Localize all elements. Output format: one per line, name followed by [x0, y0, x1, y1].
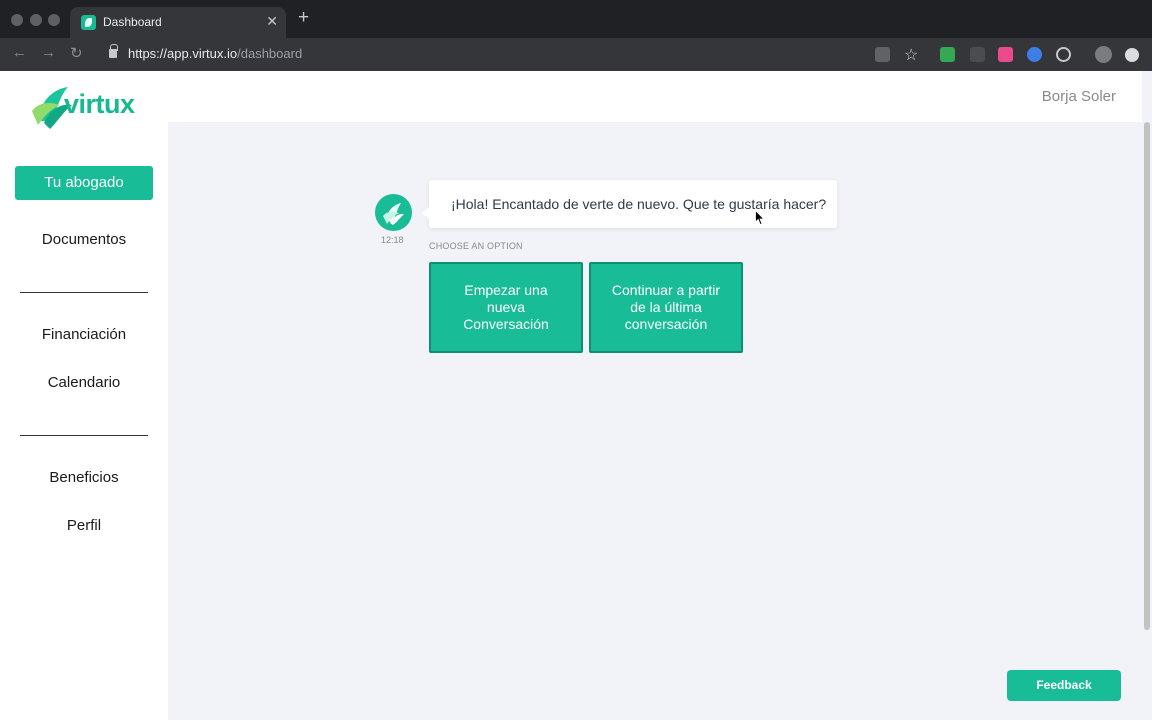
window-zoom-dot[interactable]: [48, 14, 60, 26]
sidebar-item-calendario[interactable]: Calendario: [0, 374, 168, 391]
window-minimize-dot[interactable]: [30, 14, 42, 26]
virtux-wordmark: virtux: [64, 89, 135, 119]
user-name[interactable]: Borja Soler: [1042, 88, 1116, 105]
profile-avatar-icon[interactable]: [1095, 46, 1112, 63]
top-header: Borja Soler: [168, 71, 1142, 122]
react-extension-icon[interactable]: [1027, 47, 1042, 62]
reload-icon[interactable]: ↻: [70, 44, 83, 62]
sidebar-item-beneficios[interactable]: Beneficios: [0, 469, 168, 486]
bot-avatar: [375, 194, 412, 231]
message-time: 12:18: [381, 235, 404, 245]
target-extension-icon[interactable]: [1056, 47, 1071, 62]
sidebar-divider: [20, 292, 148, 293]
sidebar-divider: [20, 435, 148, 436]
translate-icon[interactable]: [875, 47, 890, 62]
window-close-dot[interactable]: [11, 14, 23, 26]
feedback-button[interactable]: Feedback: [1007, 670, 1121, 701]
star-icon[interactable]: ☆: [904, 45, 919, 64]
browser-tab-bar: Dashboard ✕ +: [0, 0, 1152, 38]
chat-message-bubble: ¡Hola! Encantado de verte de nuevo. Que …: [422, 180, 837, 228]
browser-toolbar: ← → ↻ https://app.virtux.io/dashboard ☆: [0, 38, 1152, 71]
url-path: /dashboard: [237, 46, 303, 61]
menu-icon[interactable]: [1125, 48, 1139, 62]
sidebar: virtux Tu abogado Documentos Financiació…: [0, 71, 168, 720]
bot-logo-icon: [383, 203, 404, 225]
tu-abogado-button[interactable]: Tu abogado: [15, 166, 153, 200]
virtux-favicon-icon: [81, 15, 96, 30]
color-extension-icon[interactable]: [998, 47, 1013, 62]
scrollbar-thumb[interactable]: [1144, 122, 1150, 630]
mail-extension-icon[interactable]: [940, 47, 955, 62]
sidebar-item-perfil[interactable]: Perfil: [0, 517, 168, 534]
sidebar-item-financiacion[interactable]: Financiación: [0, 326, 168, 343]
tab-close-icon[interactable]: ✕: [266, 13, 278, 30]
pen-extension-icon[interactable]: [970, 47, 985, 62]
mouse-cursor-icon: [755, 210, 765, 226]
url-host: https://app.virtux.io: [128, 46, 238, 61]
tab-title: Dashboard: [103, 15, 162, 29]
new-tab-icon[interactable]: +: [298, 8, 309, 27]
sidebar-item-documentos[interactable]: Documentos: [0, 231, 168, 248]
choose-option-label: CHOOSE AN OPTION: [429, 241, 523, 251]
address-bar[interactable]: https://app.virtux.io/dashboard: [128, 46, 302, 61]
chat-message-text: ¡Hola! Encantado de verte de nuevo. Que …: [451, 196, 827, 212]
option-new-conversation-button[interactable]: Empezar una nueva Conversación: [429, 262, 583, 353]
back-icon[interactable]: ←: [12, 44, 27, 61]
option-continue-conversation-button[interactable]: Continuar a partir de la última conversa…: [589, 262, 743, 353]
page-scrollbar[interactable]: [1142, 122, 1152, 720]
lock-icon: [109, 44, 118, 58]
forward-icon[interactable]: →: [41, 44, 56, 61]
browser-tab[interactable]: Dashboard ✕: [70, 7, 286, 38]
